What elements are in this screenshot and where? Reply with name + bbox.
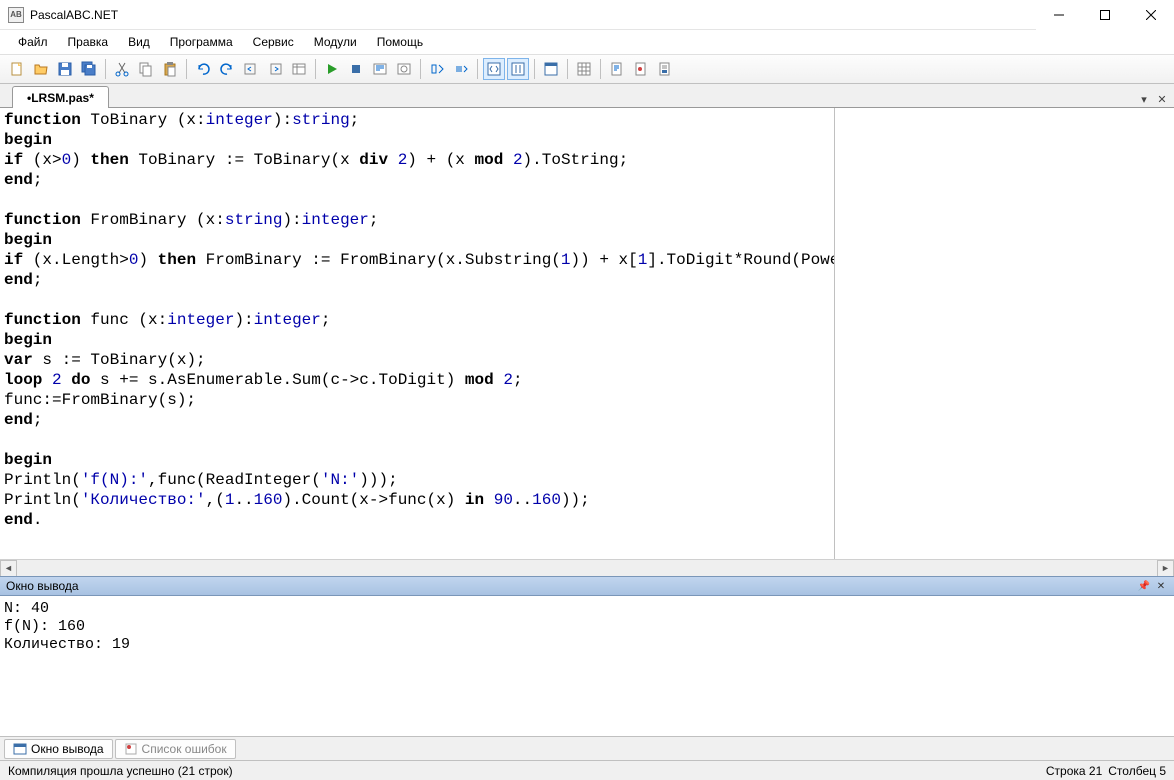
status-line: Строка 21 xyxy=(1046,764,1102,778)
doc3-icon[interactable] xyxy=(654,58,676,80)
paste-icon[interactable] xyxy=(159,58,181,80)
close-panel-icon[interactable]: ✕ xyxy=(1154,579,1168,593)
grid-icon[interactable] xyxy=(573,58,595,80)
tab-errors[interactable]: Список ошибок xyxy=(115,739,236,759)
menu-help[interactable]: Помощь xyxy=(367,32,433,52)
build-icon[interactable] xyxy=(393,58,415,80)
bottom-tabs: Окно вывода Список ошибок xyxy=(0,736,1174,760)
app-icon: AB xyxy=(8,7,24,23)
tab-menu-icon[interactable]: ▾ xyxy=(1136,91,1152,107)
cut-icon[interactable] xyxy=(111,58,133,80)
status-bar: Компиляция прошла успешно (21 строк) Стр… xyxy=(0,760,1174,780)
menu-view[interactable]: Вид xyxy=(118,32,160,52)
close-button[interactable] xyxy=(1128,0,1174,30)
nav-fwd-icon[interactable] xyxy=(264,58,286,80)
horizontal-scrollbar[interactable]: ◄ ► xyxy=(0,559,1174,576)
output-icon xyxy=(13,742,27,756)
menu-file[interactable]: Файл xyxy=(8,32,58,52)
title-bar: AB PascalABC.NET xyxy=(0,0,1174,30)
menu-bar: Файл Правка Вид Программа Сервис Модули … xyxy=(0,30,1174,54)
step-into-icon[interactable] xyxy=(426,58,448,80)
nav-back-icon[interactable] xyxy=(240,58,262,80)
properties-icon[interactable] xyxy=(288,58,310,80)
tab-output[interactable]: Окно вывода xyxy=(4,739,113,759)
output-body[interactable]: N: 40 f(N): 160 Количество: 19 xyxy=(0,596,1174,736)
stop-icon[interactable] xyxy=(345,58,367,80)
view1-icon[interactable] xyxy=(483,58,505,80)
toolbar xyxy=(0,54,1174,84)
compile-icon[interactable] xyxy=(369,58,391,80)
save-icon[interactable] xyxy=(54,58,76,80)
maximize-button[interactable] xyxy=(1082,0,1128,30)
menu-edit[interactable]: Правка xyxy=(58,32,119,52)
step-over-icon[interactable] xyxy=(450,58,472,80)
run-icon[interactable] xyxy=(321,58,343,80)
menu-program[interactable]: Программа xyxy=(160,32,243,52)
editor-right-pane xyxy=(834,108,1174,559)
output-title: Окно вывода xyxy=(6,579,79,593)
open-file-icon[interactable] xyxy=(30,58,52,80)
scroll-right-icon[interactable]: ► xyxy=(1157,560,1174,577)
window-controls xyxy=(1036,0,1174,30)
minimize-button[interactable] xyxy=(1036,0,1082,30)
save-all-icon[interactable] xyxy=(78,58,100,80)
tab-close-icon[interactable]: ✕ xyxy=(1154,91,1170,107)
undo-icon[interactable] xyxy=(192,58,214,80)
tab-bar: •LRSM.pas* ▾ ✕ xyxy=(0,84,1174,108)
doc1-icon[interactable] xyxy=(606,58,628,80)
pin-icon[interactable]: 📌 xyxy=(1137,579,1151,593)
doc2-icon[interactable] xyxy=(630,58,652,80)
errors-icon xyxy=(124,742,138,756)
app-title: PascalABC.NET xyxy=(30,8,1036,22)
editor: function ToBinary (x:integer):string; be… xyxy=(0,108,1174,576)
file-tab[interactable]: •LRSM.pas* xyxy=(12,86,109,108)
form-icon[interactable] xyxy=(540,58,562,80)
menu-service[interactable]: Сервис xyxy=(243,32,304,52)
new-file-icon[interactable] xyxy=(6,58,28,80)
redo-icon[interactable] xyxy=(216,58,238,80)
scroll-left-icon[interactable]: ◄ xyxy=(0,560,17,577)
status-message: Компиляция прошла успешно (21 строк) xyxy=(8,764,233,778)
output-header: Окно вывода 📌 ✕ xyxy=(0,576,1174,596)
copy-icon[interactable] xyxy=(135,58,157,80)
status-col: Столбец 5 xyxy=(1108,764,1166,778)
menu-modules[interactable]: Модули xyxy=(304,32,367,52)
code-area[interactable]: function ToBinary (x:integer):string; be… xyxy=(0,108,834,559)
view2-icon[interactable] xyxy=(507,58,529,80)
